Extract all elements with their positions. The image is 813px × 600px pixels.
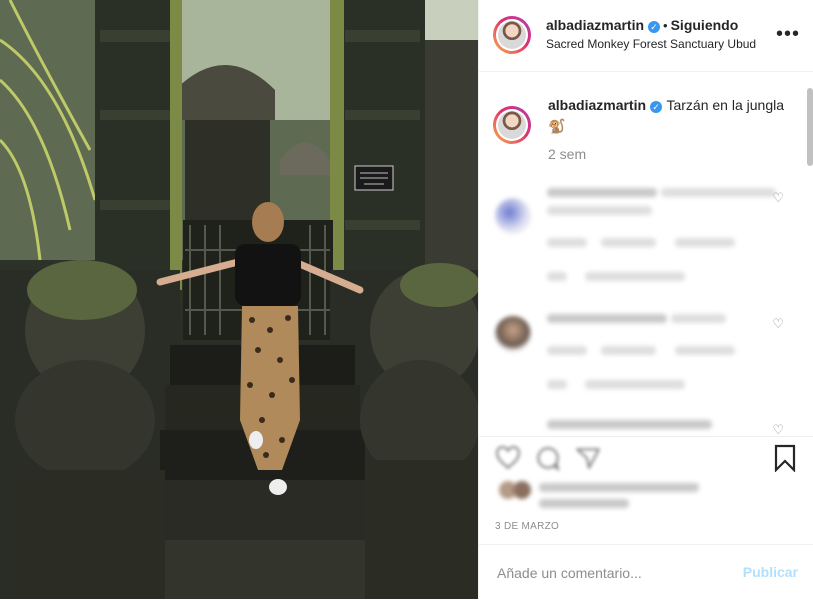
- share-icon[interactable]: [575, 445, 601, 471]
- blurred-meta: [547, 380, 567, 389]
- username-link[interactable]: albadiazmartin: [546, 17, 644, 33]
- caption-text: Tarzán en la jungla: [666, 97, 785, 113]
- more-horizontal-icon[interactable]: •••: [776, 24, 800, 44]
- blurred-meta: [585, 272, 685, 281]
- header-user-line: albadiazmartin ✓ • Siguiendo: [546, 17, 738, 35]
- verified-badge-icon: ✓: [648, 21, 661, 33]
- blurred-comment-text: [671, 314, 726, 323]
- follow-status-button[interactable]: Siguiendo: [671, 17, 739, 33]
- blurred-username: [547, 188, 657, 197]
- caption-avatar[interactable]: [493, 106, 531, 144]
- liker-avatar[interactable]: [513, 481, 531, 499]
- comments-scrollbar[interactable]: [807, 88, 813, 166]
- blurred-meta: [547, 346, 587, 355]
- temple-photo-illustration: [0, 0, 478, 599]
- location-link[interactable]: Sacred Monkey Forest Sanctuary Ubud: [546, 37, 756, 51]
- post-photo[interactable]: [0, 0, 478, 599]
- comment-like-heart-icon[interactable]: ♡: [772, 190, 784, 206]
- blurred-meta: [675, 346, 735, 355]
- blurred-comment-text: [661, 188, 776, 197]
- heart-icon[interactable]: [495, 445, 521, 471]
- blurred-username: [547, 314, 667, 323]
- comment-input[interactable]: [495, 561, 729, 585]
- comment-icon[interactable]: [535, 445, 561, 471]
- caption-username-link[interactable]: albadiazmartin: [548, 97, 646, 113]
- publish-button[interactable]: Publicar: [743, 564, 798, 580]
- blurred-username: [547, 420, 712, 429]
- verified-badge-icon: ✓: [650, 101, 663, 113]
- post-header: albadiazmartin ✓ • Siguiendo Sacred Monkey …: [479, 0, 813, 72]
- blurred-likes-text: [539, 499, 629, 508]
- blurred-meta: [547, 238, 587, 247]
- blurred-meta: [601, 346, 656, 355]
- add-comment-bar: Publicar: [479, 544, 813, 600]
- blurred-likes-text: [539, 483, 699, 492]
- monkey-emoji: 🐒: [548, 118, 566, 134]
- blurred-meta: [547, 272, 567, 281]
- blurred-comment-text: [547, 206, 652, 215]
- comment-avatar[interactable]: [495, 198, 531, 234]
- comment-like-heart-icon[interactable]: ♡: [772, 422, 784, 435]
- comments-list: ♡ ♡ ♡: [479, 180, 813, 435]
- avatar[interactable]: [493, 16, 531, 54]
- caption-time-ago[interactable]: 2 sem: [548, 146, 586, 162]
- comment-like-heart-icon[interactable]: ♡: [772, 316, 784, 332]
- comment-avatar[interactable]: [495, 316, 531, 352]
- post-side-panel: albadiazmartin ✓ • Siguiendo Sacred Monkey …: [478, 0, 813, 599]
- dot-separator: •: [663, 18, 668, 33]
- bookmark-icon[interactable]: [774, 444, 796, 472]
- post-date[interactable]: 3 DE MARZO: [495, 521, 559, 532]
- blurred-meta: [585, 380, 685, 389]
- caption-body: albadiazmartin ✓ Tarzán en la jungla 🐒: [548, 96, 788, 135]
- blurred-meta: [601, 238, 656, 247]
- post-actions: 3 DE MARZO: [479, 436, 813, 545]
- blurred-meta: [675, 238, 735, 247]
